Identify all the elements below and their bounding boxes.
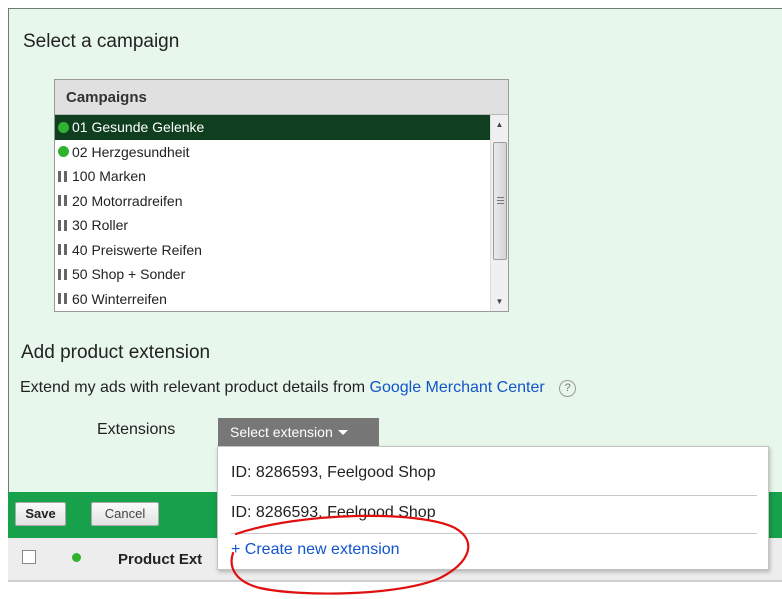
extension-description: Extend my ads with relevant product deta…: [20, 379, 577, 397]
campaign-list-header: Campaigns: [55, 80, 508, 115]
paused-status-icon: [58, 268, 68, 280]
campaign-item-label: 02 Herzgesundheit: [72, 143, 190, 160]
extensions-label: Extensions: [97, 421, 176, 438]
product-extension-column-header[interactable]: Product Ext: [118, 551, 202, 568]
cancel-button[interactable]: Cancel: [91, 502, 159, 526]
campaign-item-label: 01 Gesunde Gelenke: [72, 119, 205, 135]
scroll-up-arrow-icon[interactable]: ▲: [491, 116, 508, 133]
campaign-list-item[interactable]: 60 Winterreifen: [55, 287, 490, 312]
paused-status-icon: [58, 244, 68, 256]
campaign-list-item[interactable]: 02 Herzgesundheit: [55, 140, 490, 165]
campaign-list-scrollbar[interactable]: ▲ ▼: [490, 115, 508, 311]
campaign-item-label: 50 Shop + Sonder: [72, 266, 186, 282]
select-extension-label: Select extension: [230, 424, 333, 440]
save-button[interactable]: Save: [15, 502, 66, 526]
active-status-icon: [58, 146, 69, 158]
caret-down-icon: [337, 430, 348, 435]
table-divider: [8, 581, 782, 582]
campaign-list-item[interactable]: 20 Motorradreifen: [55, 189, 490, 214]
campaign-items: 01 Gesunde Gelenke 02 Herzgesundheit 100 M…: [55, 115, 490, 311]
campaign-item-label: 40 Preiswerte Reifen: [72, 241, 202, 258]
help-icon[interactable]: ?: [559, 380, 577, 397]
dropdown-separator: [231, 533, 757, 534]
google-merchant-center-link[interactable]: Google Merchant Center: [370, 379, 545, 396]
campaign-list-item[interactable]: 40 Preiswerte Reifen: [55, 238, 490, 263]
scroll-thumb[interactable]: [493, 142, 507, 260]
extension-dropdown-menu: ID: 8286593, Feelgood Shop ID: 8286593, …: [217, 446, 769, 570]
campaign-item-label: 30 Roller: [72, 217, 129, 233]
campaign-list-item[interactable]: 30 Roller: [55, 213, 490, 238]
paused-status-icon: [58, 195, 68, 207]
extension-option-2[interactable]: ID: 8286593, Feelgood Shop: [231, 504, 757, 522]
paused-status-icon: [58, 170, 68, 182]
active-status-icon: [58, 121, 69, 133]
select-extension-button[interactable]: Select extension: [218, 418, 379, 446]
extension-option-1[interactable]: ID: 8286593, Feelgood Shop: [231, 464, 757, 482]
campaign-list-item[interactable]: 01 Gesunde Gelenke: [55, 115, 490, 140]
campaign-panel: Select a campaign Campaigns 01 Gesunde G…: [8, 8, 782, 492]
campaign-item-label: 60 Winterreifen: [72, 290, 167, 307]
campaign-listbox[interactable]: Campaigns 01 Gesunde Gelenke 02 Herzgesun…: [54, 79, 509, 312]
select-campaign-title: Select a campaign: [23, 31, 180, 52]
add-product-extension-title: Add product extension: [21, 342, 211, 363]
scroll-down-arrow-icon[interactable]: ▼: [491, 293, 508, 310]
select-all-checkbox[interactable]: [22, 550, 36, 564]
scroll-grip-icon: [497, 197, 504, 204]
paused-status-icon: [58, 293, 68, 305]
status-dot-icon: [72, 553, 81, 562]
campaign-list-item[interactable]: 50 Shop + Sonder: [55, 262, 490, 287]
create-new-extension-link[interactable]: + Create new extension: [231, 541, 757, 559]
dropdown-separator: [231, 495, 757, 496]
campaign-list-item[interactable]: 100 Marken: [55, 164, 490, 189]
campaign-item-label: 100 Marken: [72, 168, 146, 184]
campaign-item-label: 20 Motorradreifen: [72, 192, 183, 209]
extension-description-text: Extend my ads with relevant product deta…: [20, 379, 366, 396]
paused-status-icon: [58, 219, 68, 231]
